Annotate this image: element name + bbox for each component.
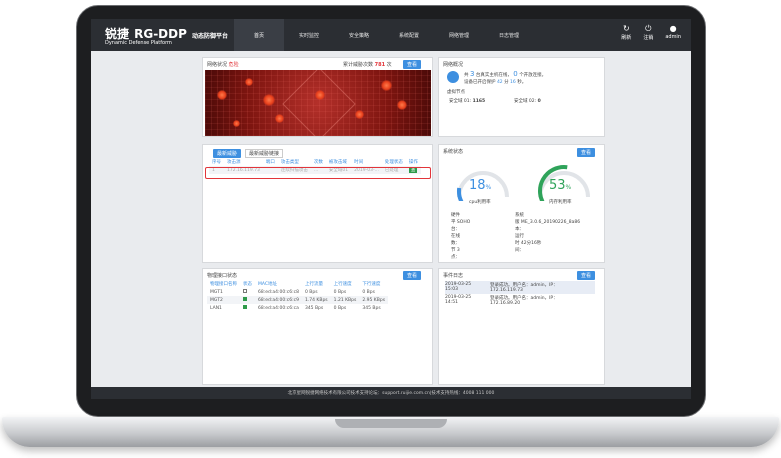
system-status-panel: 系统状态 查看 18% cpu利用率 53% 内存利用率 硬件 平 SOHO 台… — [438, 144, 605, 263]
threat-list-panel: 最新威胁 最新威胁链接 序号 攻击源 端口 攻击类型 次数 被攻击域 时间 处理… — [202, 144, 433, 263]
network-status-title: 网络状况 危险 — [207, 62, 239, 68]
tab-home[interactable]: 首页 — [234, 19, 284, 51]
network-overview-title: 网络概况 — [443, 62, 464, 68]
cpu-value: 18% — [469, 178, 492, 193]
port-status-on — [243, 305, 247, 309]
port-status-on — [243, 297, 247, 301]
port-status-view-button[interactable]: 查看 — [403, 271, 422, 280]
protect-line: 设备已开启保护 42 分 16 秒。 — [464, 80, 527, 85]
table-row: MGT1 68:ed:a4:00:c6:c8 0 Bps 0 Bps 0 Bps — [210, 289, 375, 295]
memory-value: 53% — [549, 178, 572, 193]
domain2: 安全域 02: 0 — [514, 99, 541, 104]
product-en: Dynamic Defense Platform — [105, 40, 172, 46]
event-log-panel: 事件日志 查看 2019-03-25 15:03 登录成功。用户名：admin，I… — [438, 268, 605, 385]
domain1: 安全域 01: 1165 — [449, 99, 486, 104]
header-tools: ↻ 刷新 ⏻ 注销 ● admin — [621, 24, 681, 41]
globe-icon — [447, 71, 459, 83]
port-table-header: 物理接口名称 状态 MAC地址 上行流量 上行速度 下行速度 — [210, 282, 381, 287]
open-count: 0 — [513, 70, 518, 78]
refresh-label: 刷新 — [621, 35, 632, 41]
logout-button[interactable]: ⏻ 注销 — [643, 24, 653, 41]
tab-config[interactable]: 系统配置 — [384, 19, 434, 51]
port-status-off — [243, 289, 247, 293]
system-status-title: 系统状态 — [443, 149, 464, 155]
tab-policy[interactable]: 安全策略 — [334, 19, 384, 51]
logo: 锐捷 RG-DDP 动态防御平台 Dynamic Defense Platfor… — [105, 23, 228, 46]
network-status-view-button[interactable]: 查看 — [403, 60, 422, 69]
memory-label: 内存利用率 — [549, 200, 572, 205]
network-status-panel: 网络状况 危险 累计威胁次数 781 次 查看 — [202, 57, 433, 137]
brand-name: 锐捷 — [105, 27, 130, 41]
table-row: LAN1 68:ed:a4:00:c6:ca 345 Bps 0 Bps 345… — [210, 305, 381, 311]
cpu-label: cpu利用率 — [469, 200, 491, 205]
list-item[interactable]: 2019-03-25 15:03 登录成功。用户名：admin，IP： 172.16… — [445, 281, 595, 294]
hardware-info: 硬件 平 SOHO 台： 在线 数： 节 3 点： — [451, 213, 471, 260]
footer: 北京星网锐捷网络技术有限公司技术支持论坛：support.ruijie.com.… — [91, 387, 691, 399]
threat-table-header: 序号 攻击源 端口 攻击类型 次数 被攻击域 时间 处理状态 操作 — [212, 160, 418, 165]
online-count: 3 — [469, 70, 475, 78]
laptop-notch — [335, 419, 447, 428]
power-icon: ⏻ — [645, 24, 652, 33]
virtual-node-title: 虚拟节点 — [447, 90, 465, 95]
event-list: 2019-03-25 15:03 登录成功。用户名：admin，IP： 172.16… — [445, 281, 595, 307]
port-table: 物理接口名称 状态 MAC地址 上行流量 上行速度 下行速度 MGT1 68:e… — [207, 280, 389, 312]
system-status-view-button[interactable]: 查看 — [577, 148, 596, 157]
network-overview-panel: 网络概况 共 3 台真实主机在线， 0 个开放连接。 设备已开启保护 42 分 … — [438, 57, 605, 137]
list-item[interactable]: 2019-03-25 14:51 登录成功。用户名：admin，IP： 172.16… — [445, 294, 595, 307]
tab-latest-threat[interactable]: 最新威胁 — [213, 149, 242, 158]
status-word: 危险 — [228, 62, 239, 68]
product-cn: 动态防御平台 — [192, 33, 229, 40]
table-row: MGT2 68:ed:a4:00:c6:c9 1.74 KBps 1.21 KB… — [207, 296, 389, 304]
refresh-icon: ↻ — [622, 24, 630, 33]
product-name: RG-DDP — [134, 27, 187, 41]
port-status-title: 物理接口状态 — [207, 273, 238, 279]
main-nav: 首页 实时监控 安全策略 系统配置 网络管理 日志管理 — [234, 19, 534, 51]
refresh-button[interactable]: ↻ 刷新 — [621, 24, 631, 41]
threat-count: 781 — [374, 62, 386, 68]
tab-logs[interactable]: 日志管理 — [484, 19, 534, 51]
event-log-title: 事件日志 — [443, 273, 464, 279]
system-info: 系统 版 ME_3.0.6_20190226_8a86 本： 运行 时 42分1… — [515, 213, 581, 253]
user-icon: ● — [669, 24, 677, 33]
tab-latest-link[interactable]: 最新威胁链接 — [245, 149, 284, 158]
port-status-panel: 物理接口状态 查看 物理接口名称 状态 MAC地址 上行流量 上行速度 下行速度… — [202, 268, 433, 385]
tab-monitor[interactable]: 实时监控 — [284, 19, 334, 51]
logout-label: 注销 — [643, 35, 654, 41]
threat-count-line: 累计威胁次数 781 次 — [343, 62, 392, 68]
tab-network[interactable]: 网络管理 — [434, 19, 484, 51]
top-bar: 锐捷 RG-DDP 动态防御平台 Dynamic Defense Platfor… — [91, 19, 691, 51]
event-log-view-button[interactable]: 查看 — [577, 271, 596, 280]
threat-visualization — [205, 70, 431, 136]
user-menu[interactable]: ● admin — [665, 24, 681, 41]
highlight-frame — [205, 167, 431, 179]
user-label: admin — [665, 34, 681, 40]
online-line: 共 3 台真实主机在线， 0 个开放连接。 — [464, 70, 547, 78]
screen: 锐捷 RG-DDP 动态防御平台 Dynamic Defense Platfor… — [91, 19, 691, 399]
